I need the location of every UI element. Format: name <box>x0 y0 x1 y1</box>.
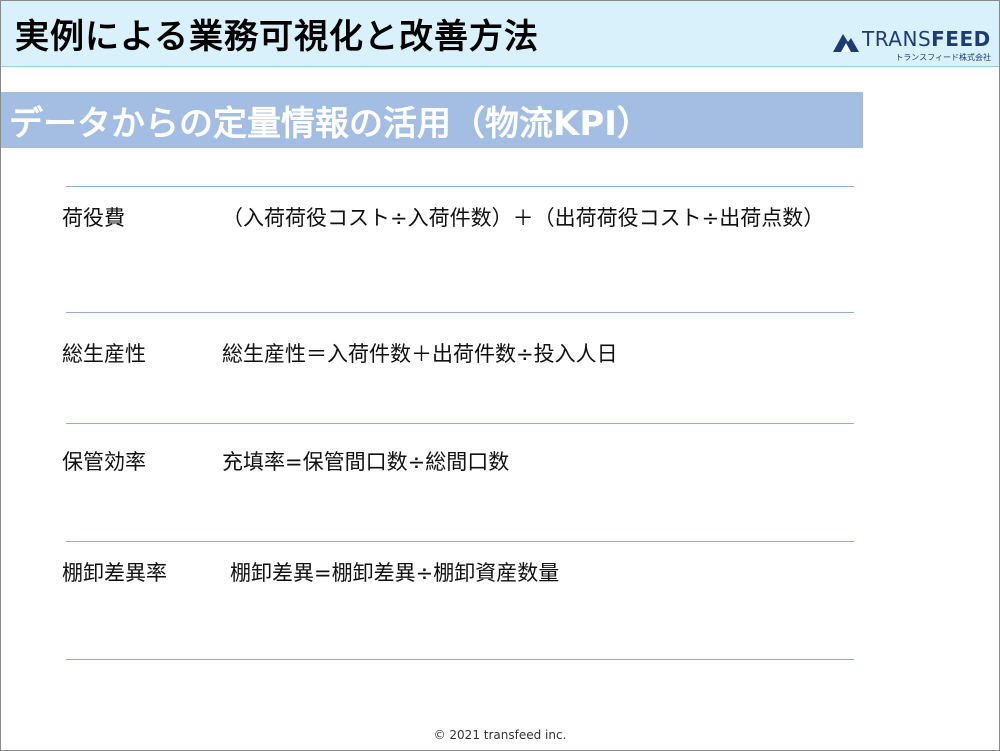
slide-title: 実例による業務可視化と改善方法 <box>15 17 539 57</box>
mountain-logo-icon <box>833 34 859 52</box>
kpi-formula: 総生産性＝入荷件数＋出荷件数÷投入人日 <box>222 342 618 366</box>
kpi-label: 保管効率 <box>62 450 146 474</box>
kpi-formula: 棚卸差異=棚卸差異÷棚卸資産数量 <box>230 561 560 585</box>
kpi-label: 棚卸差異率 <box>62 561 167 585</box>
section-heading-band: データからの定量情報の活用（物流KPI） <box>1 92 863 148</box>
slide-header: 実例による業務可視化と改善方法 TRANSFEED トランスフィード株式会社 <box>1 1 999 67</box>
logo-wordmark: TRANSFEED <box>862 27 991 51</box>
copyright-footer: © 2021 transfeed inc. <box>433 728 567 742</box>
company-logo: TRANSFEED トランスフィード株式会社 <box>833 27 991 63</box>
kpi-label: 総生産性 <box>62 342 146 366</box>
logo-subtitle: トランスフィード株式会社 <box>895 53 991 62</box>
divider-line <box>66 659 854 660</box>
divider-line <box>66 423 854 424</box>
kpi-formula: （入荷荷役コスト÷入荷件数）＋（出荷荷役コスト÷出荷点数） <box>222 206 825 230</box>
divider-line <box>66 186 854 187</box>
kpi-label: 荷役費 <box>62 206 125 230</box>
logo-wordmark-part1: TRANS <box>862 27 932 51</box>
logo-wordmark-part2: FEED <box>931 27 991 51</box>
section-title: データからの定量情報の活用（物流KPI） <box>9 104 651 144</box>
divider-line <box>66 541 854 542</box>
kpi-formula: 充填率=保管間口数÷総間口数 <box>222 450 510 474</box>
divider-line <box>66 312 854 313</box>
